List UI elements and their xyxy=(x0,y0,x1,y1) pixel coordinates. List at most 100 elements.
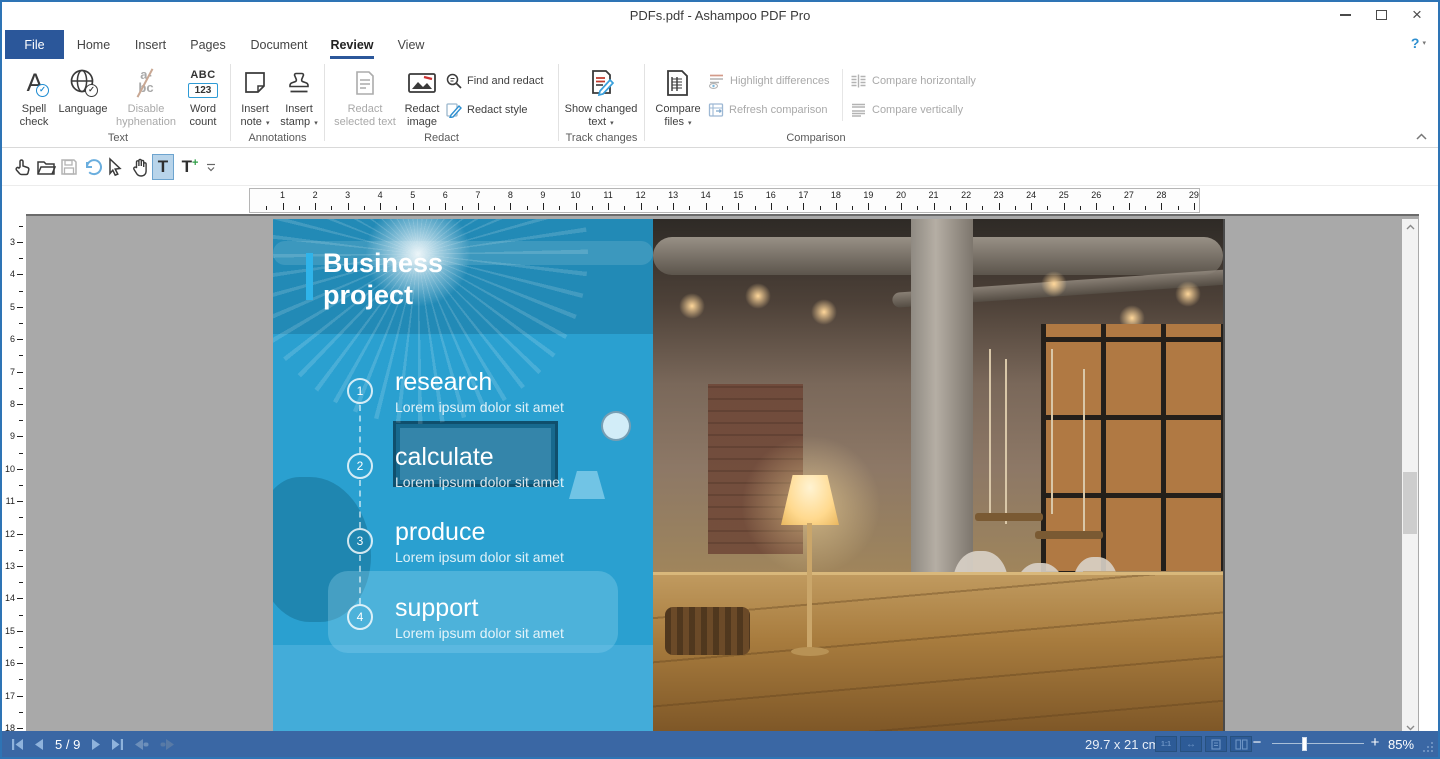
connector-line xyxy=(359,480,361,528)
group-separator xyxy=(558,64,559,141)
ruler-number: 29 xyxy=(1184,190,1200,200)
compare-files-button[interactable]: Compare files ▾ xyxy=(650,63,706,131)
help-icon: ? xyxy=(1411,35,1420,51)
collapse-ribbon-button[interactable] xyxy=(1412,129,1430,143)
chevron-down-icon xyxy=(1406,725,1415,731)
zoom-out-button[interactable]: − xyxy=(1250,734,1264,751)
ruler-tick xyxy=(820,206,821,210)
hand-icon xyxy=(130,157,150,177)
insert-note-button[interactable]: Insert note ▾ xyxy=(236,63,274,131)
show-changed-text-button[interactable]: Show changed text ▾ xyxy=(564,63,638,131)
spell-check-button[interactable]: A ✓ Spell check xyxy=(12,63,56,131)
ruler-tick xyxy=(1080,206,1081,210)
zoom-in-button[interactable]: + xyxy=(1368,734,1382,751)
first-page-button[interactable] xyxy=(10,738,24,751)
document-page[interactable]: Business project 1 research Lorem ipsum … xyxy=(273,219,1223,735)
toolbar-overflow-button[interactable] xyxy=(202,154,220,180)
scrollbar-thumb[interactable] xyxy=(1403,472,1417,534)
ruler-tick xyxy=(19,550,23,551)
ruler-tick xyxy=(1015,206,1016,210)
find-and-redact-button[interactable]: Find and redact xyxy=(446,70,543,92)
redact-image-button[interactable]: Redact image xyxy=(402,63,442,131)
single-page-view-button[interactable] xyxy=(1205,736,1227,752)
tab-review[interactable]: Review xyxy=(321,30,383,59)
document-canvas[interactable]: Business project 1 research Lorem ipsum … xyxy=(26,214,1419,735)
text-tool-button[interactable]: T xyxy=(152,154,174,180)
ruler-tick xyxy=(755,206,756,210)
select-tool-button[interactable] xyxy=(103,154,127,180)
connector-line xyxy=(359,555,361,604)
ruler-tick xyxy=(885,206,886,210)
ruler-number: 5 xyxy=(403,190,423,200)
facing-pages-view-button[interactable] xyxy=(1230,736,1252,752)
ruler-tick xyxy=(17,469,23,470)
tab-document[interactable]: Document xyxy=(237,30,321,59)
ruler-tick xyxy=(429,206,430,210)
ruler-number: 17 xyxy=(793,190,813,200)
ruler-number: 3 xyxy=(338,190,358,200)
ruler-number: 4 xyxy=(370,190,390,200)
language-button[interactable]: ✓ Language xyxy=(57,63,109,131)
compare-vertically-button: Compare vertically xyxy=(850,99,963,121)
ruler-tick xyxy=(1096,203,1097,210)
zoom-slider-handle[interactable] xyxy=(1302,737,1307,751)
ruler-number: 6 xyxy=(435,190,455,200)
ruler-number: 8 xyxy=(500,190,520,200)
tab-home[interactable]: Home xyxy=(65,30,122,59)
maximize-button[interactable] xyxy=(1364,2,1398,28)
add-text-button[interactable]: T+ xyxy=(178,154,202,180)
close-button[interactable]: × xyxy=(1400,2,1434,28)
overflow-icon xyxy=(206,163,216,172)
tab-pages[interactable]: Pages xyxy=(179,30,237,59)
ruler-tick xyxy=(543,203,544,210)
open-file-button[interactable] xyxy=(34,154,58,180)
ruler-tick xyxy=(17,631,23,632)
vertical-scrollbar[interactable] xyxy=(1402,219,1418,735)
last-page-button[interactable] xyxy=(111,738,125,751)
previous-page-button[interactable] xyxy=(33,738,44,751)
minimize-button[interactable] xyxy=(1328,2,1362,28)
ruler-tick xyxy=(901,203,902,210)
zoom-slider-track[interactable] xyxy=(1272,743,1364,744)
ruler-number: 10 xyxy=(566,190,586,200)
quick-toolbar: T T+ xyxy=(2,148,1438,186)
disable-hyphenation-button: a- bc Disable hyphenation xyxy=(111,63,181,131)
ruler-tick xyxy=(19,582,23,583)
resize-grip[interactable] xyxy=(1421,740,1433,752)
item-number-badge: 1 xyxy=(347,378,373,404)
chevron-down-icon: ▾ xyxy=(266,120,270,127)
group-label-comparison: Comparison xyxy=(645,132,987,144)
tab-file[interactable]: File xyxy=(5,30,64,59)
scroll-up-button[interactable] xyxy=(1402,219,1418,234)
ruler-tick xyxy=(592,206,593,210)
ruler-tick xyxy=(950,206,951,210)
pan-tool-button[interactable] xyxy=(128,154,152,180)
ruler-tick xyxy=(738,203,739,210)
minimize-icon xyxy=(1340,14,1351,16)
ribbon: A ✓ Spell check ✓ Language a- bc Disable… xyxy=(2,59,1438,148)
ruler-tick xyxy=(17,728,23,729)
ruler-number: 9 xyxy=(533,190,553,200)
next-page-button[interactable] xyxy=(91,738,102,751)
word-count-button[interactable]: ABC 123 Word count xyxy=(183,63,223,131)
ruler-number: 1 xyxy=(273,190,293,200)
ruler-number: 10 xyxy=(2,464,15,474)
tab-view[interactable]: View xyxy=(383,30,439,59)
ruler-tick xyxy=(19,291,23,292)
insert-stamp-button[interactable]: Insert stamp ▾ xyxy=(276,63,322,131)
page-indicator: 5 / 9 xyxy=(55,737,80,752)
ruler-tick xyxy=(868,203,869,210)
redact-style-button[interactable]: Redact style xyxy=(446,99,528,121)
actual-size-button[interactable]: 1:1 xyxy=(1155,736,1177,752)
compare-files-icon xyxy=(664,68,692,98)
tab-insert[interactable]: Insert xyxy=(122,30,179,59)
undo-button[interactable] xyxy=(80,154,104,180)
ruler-tick xyxy=(494,206,495,210)
help-button[interactable]: ? ▾ xyxy=(1411,35,1426,51)
ruler-number: 8 xyxy=(2,399,15,409)
fit-width-button[interactable]: ↔ xyxy=(1180,736,1202,752)
touch-mode-button[interactable] xyxy=(10,154,34,180)
ruler-tick xyxy=(17,242,23,243)
ruler-tick xyxy=(19,647,23,648)
ruler-tick xyxy=(1031,203,1032,210)
